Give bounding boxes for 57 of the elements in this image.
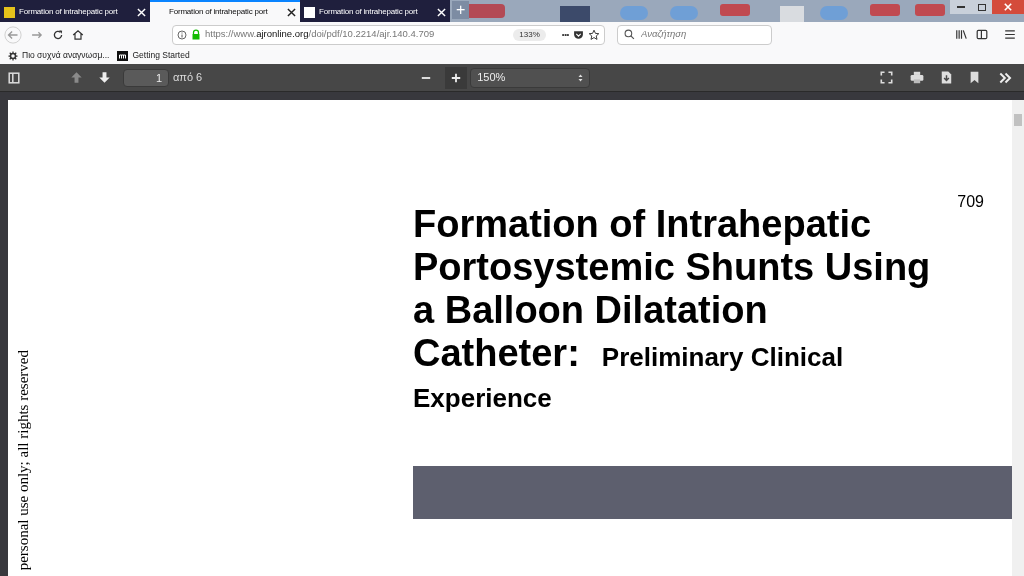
vertical-scrollbar[interactable] [1012,100,1024,576]
tab-title: Formation of intrahepatic port [319,6,418,18]
subtitle-line: Experience [413,382,552,415]
library-icon[interactable] [955,29,968,40]
download-icon[interactable] [941,71,952,84]
browser-tab[interactable]: Formation of intrahepatic port [300,0,450,22]
page-actions-button[interactable]: ••• [561,28,569,41]
title-line: Portosystemic Shunts Using [413,246,931,289]
fullscreen-icon[interactable] [880,71,893,84]
sidebar-toggle-icon[interactable] [8,71,20,84]
title-line: Formation of Intrahepatic [413,203,872,246]
site-icon [117,50,129,61]
subtitle-line: Preliminary Clinical [601,341,844,374]
menu-icon[interactable] [1004,29,1016,40]
search-field[interactable]: Αναζήτηση [617,24,772,45]
gear-icon [8,50,18,61]
maximize-button[interactable] [972,0,992,14]
scroll-thumb[interactable] [1014,114,1022,126]
page-number-field[interactable]: 1 [123,68,169,87]
down-arrow-icon[interactable] [98,71,111,84]
print-icon[interactable] [910,71,924,84]
close-button[interactable] [992,0,1024,14]
zoom-badge[interactable]: 133% [513,28,546,41]
chevrons-icon[interactable] [999,71,1012,84]
up-arrow-icon[interactable] [70,71,83,84]
star-icon[interactable] [588,28,600,41]
pocket-icon[interactable] [573,29,584,40]
sidebar-icon[interactable] [976,29,988,40]
search-input[interactable]: Αναζήτηση [641,27,761,42]
bookmark-item[interactable]: Getting Started [117,49,190,62]
close-icon [1004,3,1012,11]
zoom-select[interactable]: 150% [470,67,591,88]
title-line: a Balloon Dilatation [413,289,768,332]
close-icon[interactable] [287,7,296,17]
url-text: https://www.ajronline.org/doi/pdf/10.2214/ajr.140.4.709 [205,27,436,42]
reload-icon[interactable] [52,28,64,41]
browser-tab[interactable]: Formation of intrahepatic port [0,0,150,22]
caret-icon [578,73,584,82]
page-number: 709 [957,192,984,212]
search-icon [624,29,635,40]
minimize-button[interactable] [950,0,972,14]
zoom-in-button[interactable] [445,66,468,89]
home-icon[interactable] [72,28,84,41]
side-note: personal use only; all rights reserved [14,349,32,570]
site-icon [4,6,15,18]
plus-icon [450,71,463,84]
lock-icon [191,29,201,40]
page-count: από 6 [173,70,203,86]
tab-title: Formation of intrahepatic port [169,6,268,18]
address-field[interactable]: https://www.ajronline.org/doi/pdf/10.2214/ajr.140.4.709 133% ••• [172,24,605,45]
title-line: Catheter: [413,332,580,375]
bookmark-icon[interactable] [970,71,979,84]
browser-tab[interactable]: Formation of intrahepatic port [150,0,300,22]
info-icon [177,29,187,40]
blank-page-icon [304,6,315,18]
bookmark-item[interactable]: Πιο συχνά αναγνωσμ... [8,49,110,62]
tab-title: Formation of intrahepatic port [19,6,118,18]
